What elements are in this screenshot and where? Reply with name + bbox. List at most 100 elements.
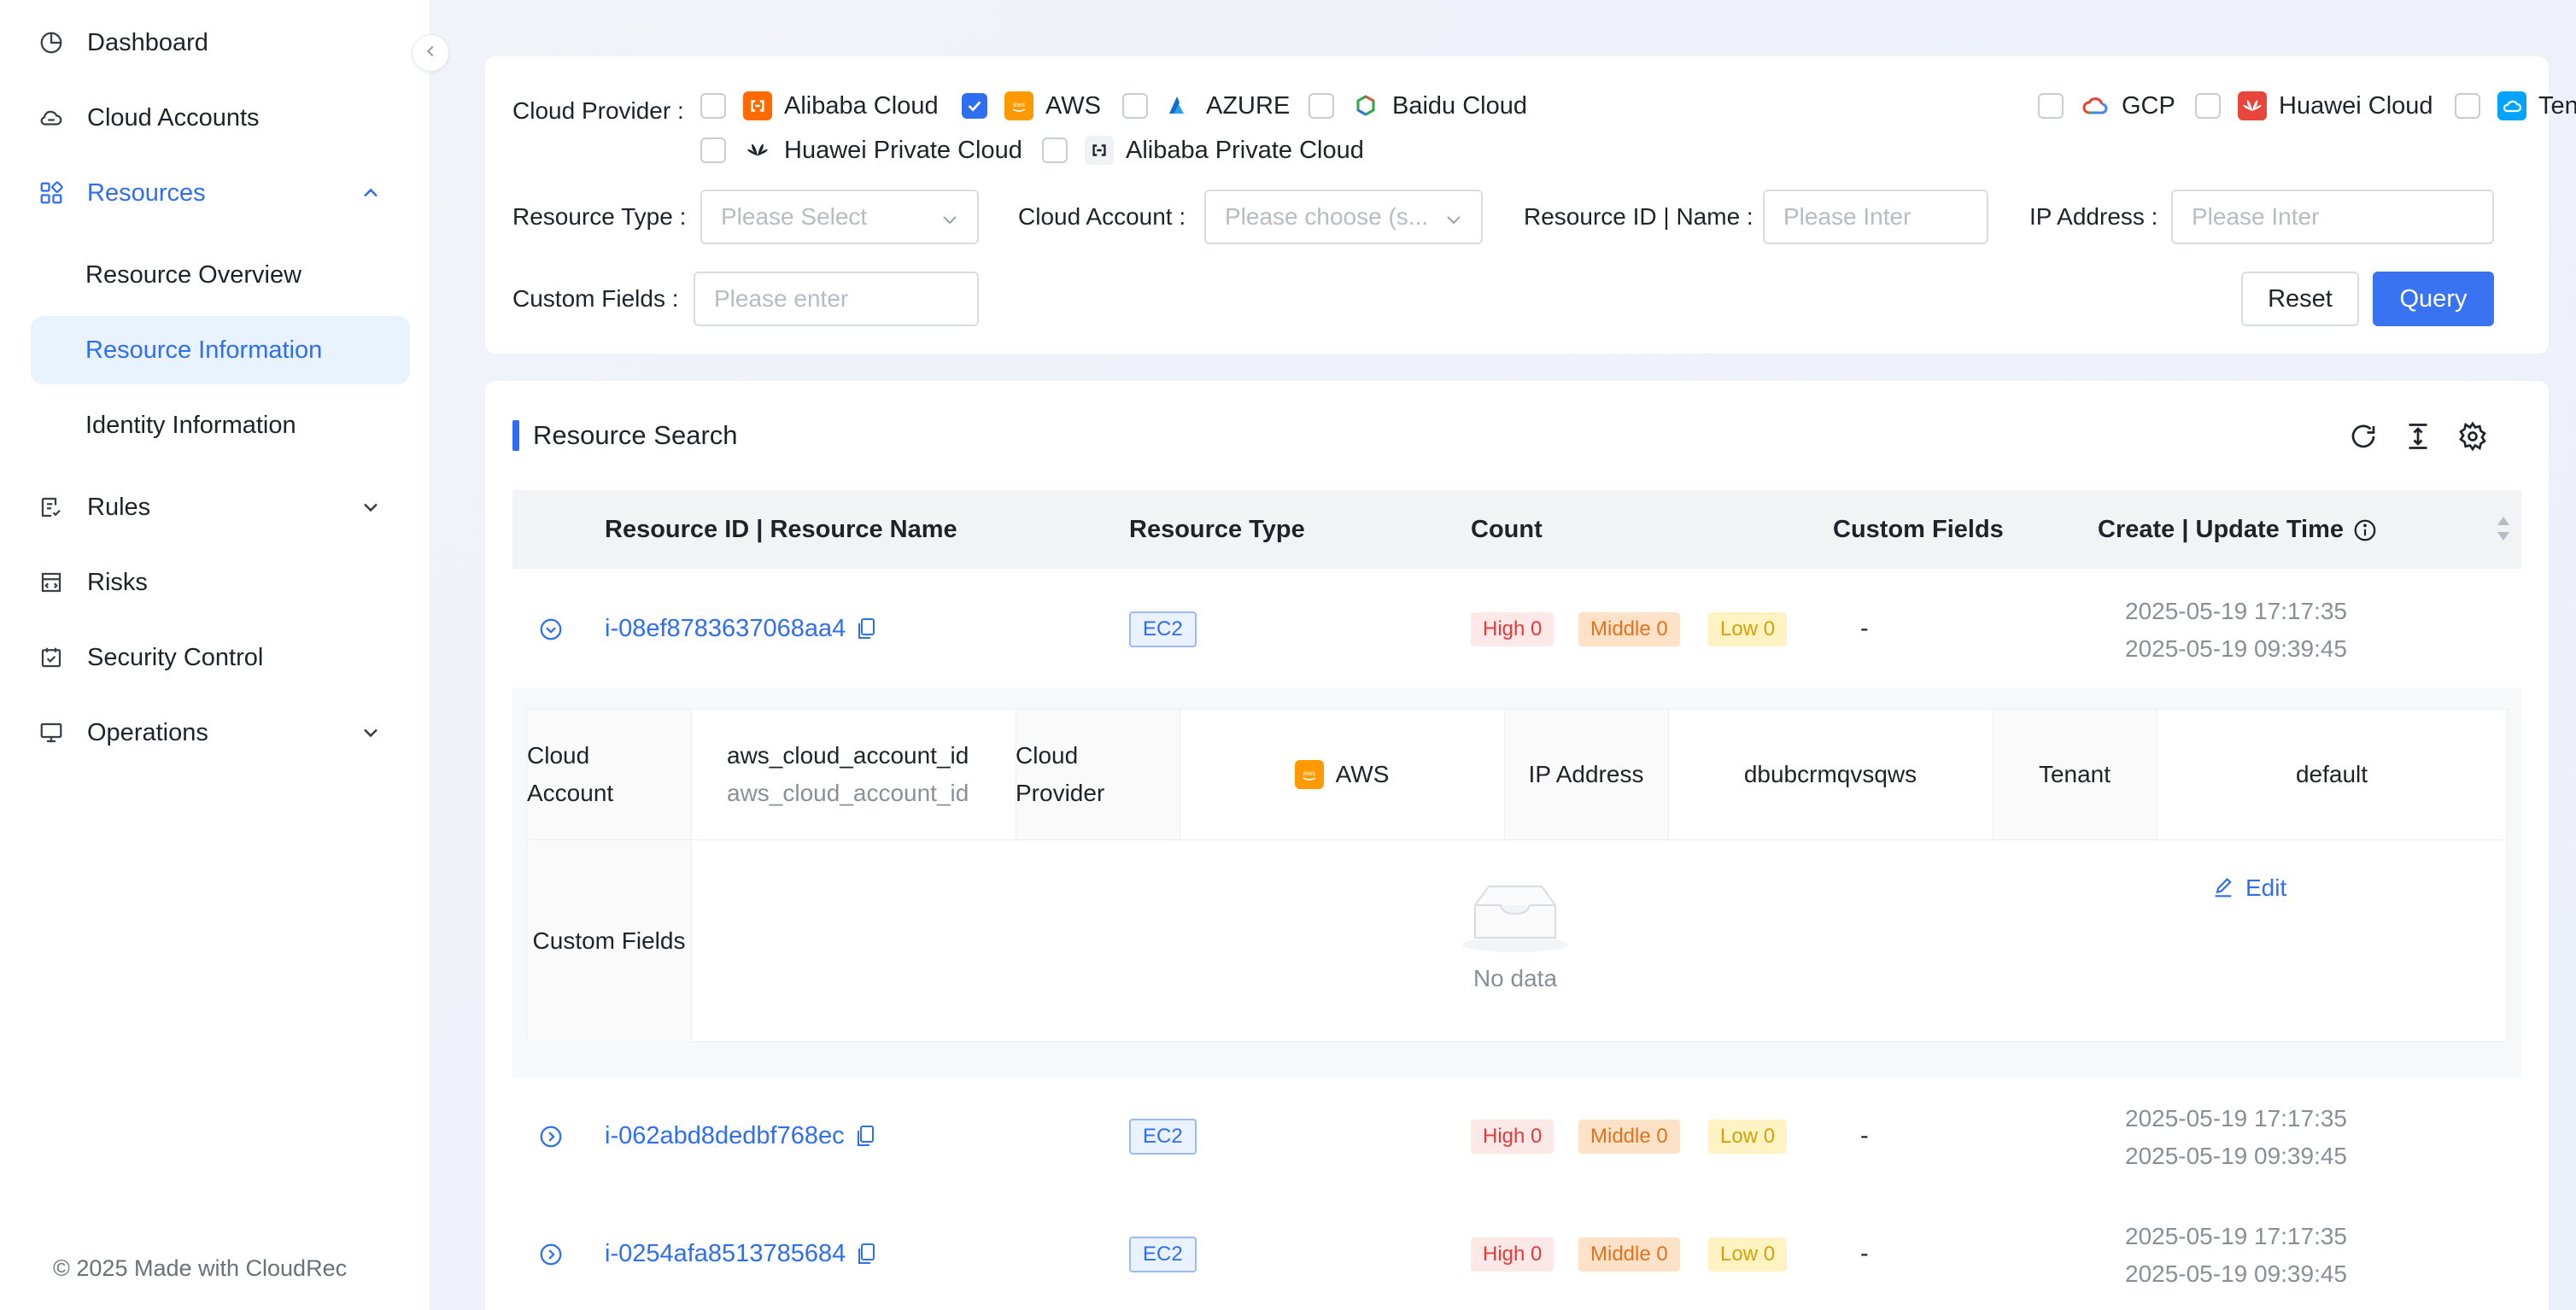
sidebar-item-label: Resources: [87, 178, 206, 207]
table-row[interactable]: i-08ef8783637068aa4 EC2 High 0 Middle 0 …: [512, 569, 2521, 688]
checkbox[interactable]: [1308, 93, 1334, 119]
sidebar-item-label: Rules: [87, 493, 151, 521]
checkbox[interactable]: [700, 93, 726, 119]
provider-checkbox-azure[interactable]: AZURE: [1122, 89, 1290, 123]
checkbox[interactable]: [1042, 137, 1068, 163]
copy-icon[interactable]: [856, 617, 876, 641]
table-header: Resource ID | Resource Name Resource Typ…: [512, 490, 2521, 569]
huawei-cloud-icon: [2238, 91, 2267, 120]
checkbox[interactable]: [1122, 93, 1148, 119]
sidebar-item-dashboard[interactable]: Dashboard: [31, 9, 410, 77]
resource-id-link[interactable]: i-062abd8dedbf768ec: [605, 1122, 875, 1150]
resource-id-text[interactable]: i-08ef8783637068aa4: [605, 615, 846, 643]
expand-row-icon[interactable]: [538, 1124, 564, 1149]
table-row[interactable]: i-0254afa8513785684 EC2 High 0 Middle 0 …: [512, 1197, 2521, 1310]
huawei-private-cloud-icon: [743, 136, 772, 165]
table-row[interactable]: i-062abd8dedbf768ec EC2 High 0 Middle 0 …: [512, 1078, 2521, 1197]
cloud-account-select[interactable]: Please choose (s...: [1204, 190, 1483, 244]
grid-icon: [38, 179, 65, 207]
provider-checkbox-tencent-cloud[interactable]: Tencent Cloud: [2455, 89, 2576, 123]
ip-address-placeholder: Please Inter: [2192, 203, 2320, 230]
risk-icon: [38, 569, 65, 596]
sidebar-subitem-resource-overview[interactable]: Resource Overview: [31, 241, 410, 309]
cloud-provider-name: AWS: [1335, 761, 1390, 787]
empty-inbox-icon: [1460, 880, 1571, 964]
sidebar-item-cloud-accounts[interactable]: Cloud Accounts: [31, 84, 410, 152]
column-height-icon[interactable]: [2402, 420, 2434, 453]
cloud-account-placeholder: Please choose (s...: [1225, 203, 1429, 230]
provider-checkbox-alibaba-cloud[interactable]: Alibaba Cloud: [700, 89, 939, 123]
sidebar-subitem-resource-information[interactable]: Resource Information: [31, 316, 410, 384]
query-button[interactable]: Query: [2373, 272, 2494, 326]
copy-icon[interactable]: [855, 1125, 875, 1149]
gear-icon[interactable]: [2456, 420, 2489, 453]
provider-checkbox-huawei-private-cloud[interactable]: Huawei Private Cloud: [700, 133, 1022, 167]
resource-id-link[interactable]: i-08ef8783637068aa4: [605, 615, 876, 643]
provider-checkbox-alibaba-private-cloud[interactable]: Alibaba Private Cloud: [1042, 133, 1364, 167]
divider: [1668, 710, 1669, 839]
expand-row-icon[interactable]: [538, 1242, 564, 1267]
create-time: 2025-05-19 17:17:35: [2125, 1223, 2347, 1249]
sidebar-item-resources[interactable]: Resources: [31, 159, 410, 227]
copy-icon[interactable]: [856, 1243, 876, 1266]
custom-fields-input[interactable]: Please enter: [694, 272, 979, 326]
custom-fields-label: Custom Fields :: [512, 285, 679, 312]
column-header-count[interactable]: Count: [1471, 516, 1543, 544]
detail-label-ip-address: IP Address: [1504, 710, 1668, 839]
column-header-id-name[interactable]: Resource ID | Resource Name: [605, 516, 957, 544]
resource-id-text[interactable]: i-0254afa8513785684: [605, 1240, 846, 1268]
chevron-down-icon: [940, 208, 960, 236]
edit-button[interactable]: Edit: [2199, 866, 2298, 910]
detail-label-custom-fields: Custom Fields: [527, 840, 691, 1042]
custom-fields-value: -: [1860, 1122, 1869, 1149]
column-header-time[interactable]: Create | Update Time: [2098, 516, 2378, 544]
sidebar-item-operations[interactable]: Operations: [31, 699, 410, 767]
sidebar-item-label: Cloud Accounts: [87, 103, 260, 132]
provider-label: Alibaba Cloud: [784, 91, 939, 120]
sidebar-item-risks[interactable]: Risks: [31, 548, 410, 617]
resource-type-placeholder: Please Select: [721, 203, 868, 230]
sidebar-item-rules[interactable]: Rules: [31, 473, 410, 541]
sidebar-subitem-identity-information[interactable]: Identity Information: [31, 391, 410, 459]
checkbox[interactable]: [2455, 93, 2480, 119]
refresh-icon[interactable]: [2347, 420, 2380, 453]
detail-value-custom-fields: No data Edit: [691, 840, 2507, 1042]
provider-label: Tencent Cloud: [2538, 91, 2576, 120]
reset-button[interactable]: Reset: [2241, 272, 2359, 326]
sort-icon[interactable]: [2494, 514, 2513, 547]
resource-id-link[interactable]: i-0254afa8513785684: [605, 1240, 876, 1268]
resource-type-select[interactable]: Please Select: [700, 190, 979, 244]
detail-label-line: Cloud: [1016, 742, 1079, 769]
risk-low-badge: Low 0: [1708, 1120, 1788, 1154]
checkbox[interactable]: [2038, 93, 2064, 119]
update-time: 2025-05-19 09:39:45: [2125, 1143, 2347, 1169]
sidebar-item-security-control[interactable]: Security Control: [31, 623, 410, 692]
divider: [691, 710, 692, 1043]
checkbox-checked[interactable]: [962, 93, 987, 119]
resource-id-input[interactable]: Please Inter: [1763, 190, 1988, 244]
provider-label: AWS: [1045, 91, 1101, 120]
collapse-row-icon[interactable]: [538, 617, 564, 642]
provider-checkbox-baidu-cloud[interactable]: Baidu Cloud: [1308, 89, 1527, 123]
resource-id-text[interactable]: i-062abd8dedbf768ec: [605, 1122, 845, 1150]
checkbox[interactable]: [700, 137, 726, 163]
provider-checkbox-gcp[interactable]: GCP: [2038, 89, 2175, 123]
detail-label-line: Account: [527, 780, 614, 806]
chevron-down-icon: [359, 721, 383, 745]
pie-chart-icon: [38, 29, 65, 56]
resource-type-tag: EC2: [1129, 611, 1197, 647]
provider-checkbox-aws[interactable]: aws AWS: [962, 89, 1101, 123]
provider-checkbox-huawei-cloud[interactable]: Huawei Cloud: [2195, 89, 2433, 123]
chevron-down-icon: [1443, 208, 1464, 236]
custom-fields-value: -: [1860, 615, 1869, 642]
risk-middle-badge: Middle 0: [1578, 1120, 1680, 1154]
checkbox[interactable]: [2195, 93, 2221, 119]
create-time: 2025-05-19 17:17:35: [2125, 598, 2347, 624]
column-header-resource-type[interactable]: Resource Type: [1129, 516, 1305, 544]
sidebar-collapse-button[interactable]: [412, 34, 449, 72]
create-time: 2025-05-19 17:17:35: [2125, 1105, 2347, 1132]
chevron-up-icon: [359, 181, 383, 205]
column-header-custom-fields[interactable]: Custom Fields: [1833, 516, 2004, 544]
ip-address-label: IP Address :: [2029, 203, 2158, 230]
ip-address-input[interactable]: Please Inter: [2171, 190, 2494, 244]
